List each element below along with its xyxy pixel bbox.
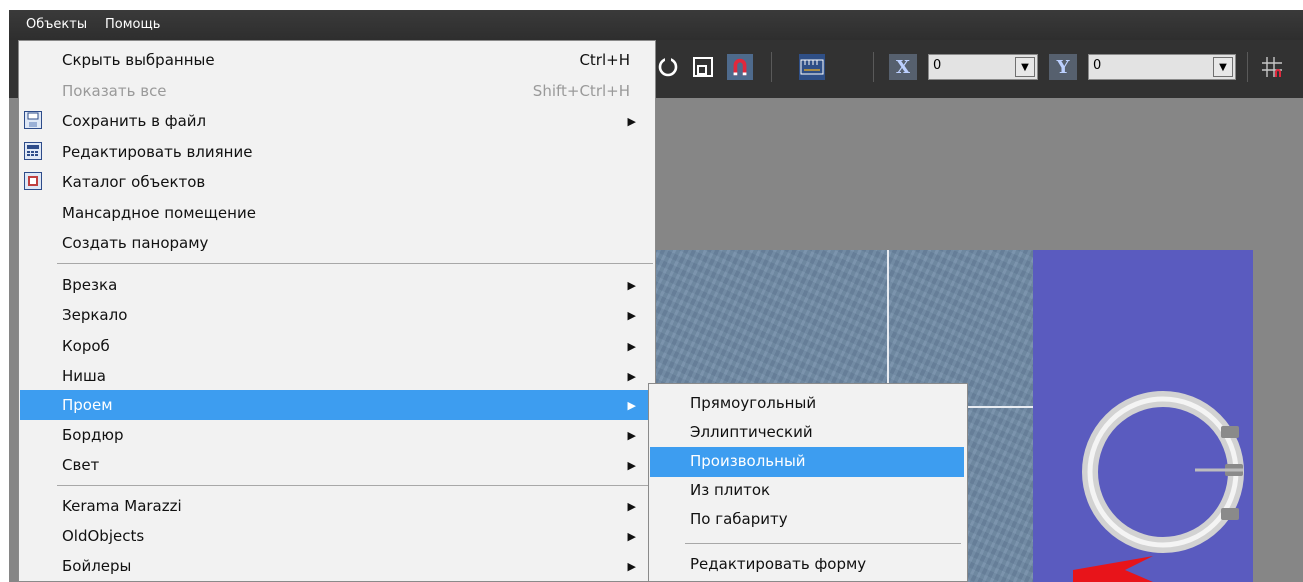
submenu-item-elliptical[interactable]: Эллиптический [650, 418, 964, 448]
submenu-item-from-tiles[interactable]: Из плиток [650, 476, 964, 506]
save-file-icon [24, 111, 42, 129]
menu-item-attic-room[interactable]: Мансардное помещение [20, 198, 654, 228]
submenu-arrow-icon: ▶ [627, 340, 636, 353]
magnet-icon[interactable] [727, 54, 753, 80]
menu-separator [57, 263, 653, 264]
toolbar-separator [771, 52, 772, 82]
menu-item-label: Скрыть выбранные [62, 51, 215, 69]
app-window: Объекты Помощь X 0 ▼ Y 0 ▼ Скрыть выбран… [0, 0, 1303, 582]
menu-item-shortcut: Shift+Ctrl+H [532, 82, 630, 100]
submenu-item-label: Прямоугольный [690, 394, 817, 412]
menu-item-niche[interactable]: Ниша ▶ [20, 361, 654, 391]
menu-item-light[interactable]: Свет ▶ [20, 450, 654, 480]
y-axis-label: Y [1049, 54, 1077, 80]
menu-item-mirror[interactable]: Зеркало ▶ [20, 300, 654, 330]
menu-item-label: Короб [62, 337, 110, 355]
submenu-arrow-icon: ▶ [627, 459, 636, 472]
toolbar-separator [873, 52, 874, 82]
menu-item-label: Мансардное помещение [62, 204, 256, 222]
x-coordinate-combo[interactable]: 0 ▼ [928, 54, 1038, 80]
catalog-icon [24, 172, 42, 190]
menu-item-label: Создать панораму [62, 234, 209, 252]
menu-item-save-to-file[interactable]: Сохранить в файл ▶ [20, 106, 654, 136]
menu-objects[interactable]: Объекты [20, 10, 93, 40]
submenu-item-label: Редактировать форму [690, 555, 867, 573]
submenu-arrow-icon: ▶ [627, 500, 636, 513]
ruler-icon[interactable] [799, 54, 825, 80]
menu-item-label: Бойлеры [62, 557, 132, 575]
opening-submenu: Прямоугольный Эллиптический Произвольный… [648, 383, 968, 582]
menu-item-label: Свет [62, 456, 100, 474]
submenu-arrow-icon: ▶ [627, 560, 636, 573]
submenu-item-label: Произвольный [690, 452, 806, 470]
y-coordinate-value[interactable]: 0 [1093, 58, 1101, 73]
menu-item-inset[interactable]: Врезка ▶ [20, 270, 654, 300]
menu-item-box[interactable]: Короб ▶ [20, 331, 654, 361]
menu-separator [685, 543, 961, 544]
menu-separator [57, 485, 653, 486]
submenu-item-label: По габариту [690, 510, 788, 528]
menu-item-oldobjects[interactable]: OldObjects ▶ [20, 521, 654, 551]
menu-item-label: Сохранить в файл [62, 112, 207, 130]
submenu-arrow-icon: ▶ [627, 429, 636, 442]
menu-item-label: Зеркало [62, 306, 128, 324]
menu-item-object-catalog[interactable]: Каталог объектов [20, 167, 654, 197]
submenu-arrow-icon: ▶ [627, 309, 636, 322]
calculator-icon [24, 142, 42, 160]
menu-item-shortcut: Ctrl+H [579, 51, 630, 69]
submenu-item-freeform[interactable]: Произвольный [650, 447, 964, 477]
menu-help[interactable]: Помощь [99, 10, 166, 40]
submenu-arrow-icon: ▶ [627, 530, 636, 543]
menu-item-opening[interactable]: Проем ▶ [20, 390, 654, 420]
menu-item-label: Показать все [62, 82, 167, 100]
toolbar-separator [1247, 52, 1248, 82]
menu-item-label: Редактировать влияние [62, 143, 253, 161]
menu-bar: Объекты Помощь [9, 10, 1303, 40]
menu-item-label: Проем [62, 396, 113, 414]
rotate-icon[interactable] [655, 54, 681, 80]
menu-item-edit-influence[interactable]: Редактировать влияние [20, 137, 654, 167]
submenu-item-by-dimensions[interactable]: По габариту [650, 505, 964, 535]
towel-ring-object[interactable] [1033, 250, 1253, 582]
y-coordinate-combo[interactable]: 0 ▼ [1088, 54, 1236, 80]
menu-item-label: Kerama Marazzi [62, 497, 182, 515]
submenu-item-label: Эллиптический [690, 423, 813, 441]
menu-item-label: Каталог объектов [62, 173, 206, 191]
menu-item-label: Бордюр [62, 426, 124, 444]
menu-item-create-panorama[interactable]: Создать панораму [20, 228, 654, 258]
grid-snap-icon[interactable] [1259, 54, 1285, 80]
submenu-item-label: Из плиток [690, 481, 771, 499]
menu-item-show-all: Показать все Shift+Ctrl+H [20, 76, 654, 106]
menu-item-label: OldObjects [62, 527, 145, 545]
frame-icon[interactable] [690, 54, 716, 80]
objects-menu: Скрыть выбранные Ctrl+H Показать все Shi… [18, 40, 656, 582]
menu-item-border[interactable]: Бордюр ▶ [20, 420, 654, 450]
submenu-arrow-icon: ▶ [627, 279, 636, 292]
submenu-arrow-icon: ▶ [627, 115, 636, 128]
menu-item-boilers[interactable]: Бойлеры ▶ [20, 551, 654, 581]
menu-item-label: Врезка [62, 276, 118, 294]
submenu-arrow-icon: ▶ [627, 370, 636, 383]
chevron-down-icon[interactable]: ▼ [1015, 57, 1035, 77]
menu-item-label: Ниша [62, 367, 106, 385]
menu-item-kerama-marazzi[interactable]: Kerama Marazzi ▶ [20, 491, 654, 521]
x-axis-label: X [889, 54, 917, 80]
x-coordinate-value[interactable]: 0 [933, 58, 941, 73]
submenu-item-edit-shape[interactable]: Редактировать форму [650, 550, 964, 580]
submenu-arrow-icon: ▶ [627, 399, 636, 412]
submenu-item-rectangular[interactable]: Прямоугольный [650, 389, 964, 419]
menu-item-hide-selected[interactable]: Скрыть выбранные Ctrl+H [20, 45, 654, 75]
chevron-down-icon[interactable]: ▼ [1213, 57, 1233, 77]
